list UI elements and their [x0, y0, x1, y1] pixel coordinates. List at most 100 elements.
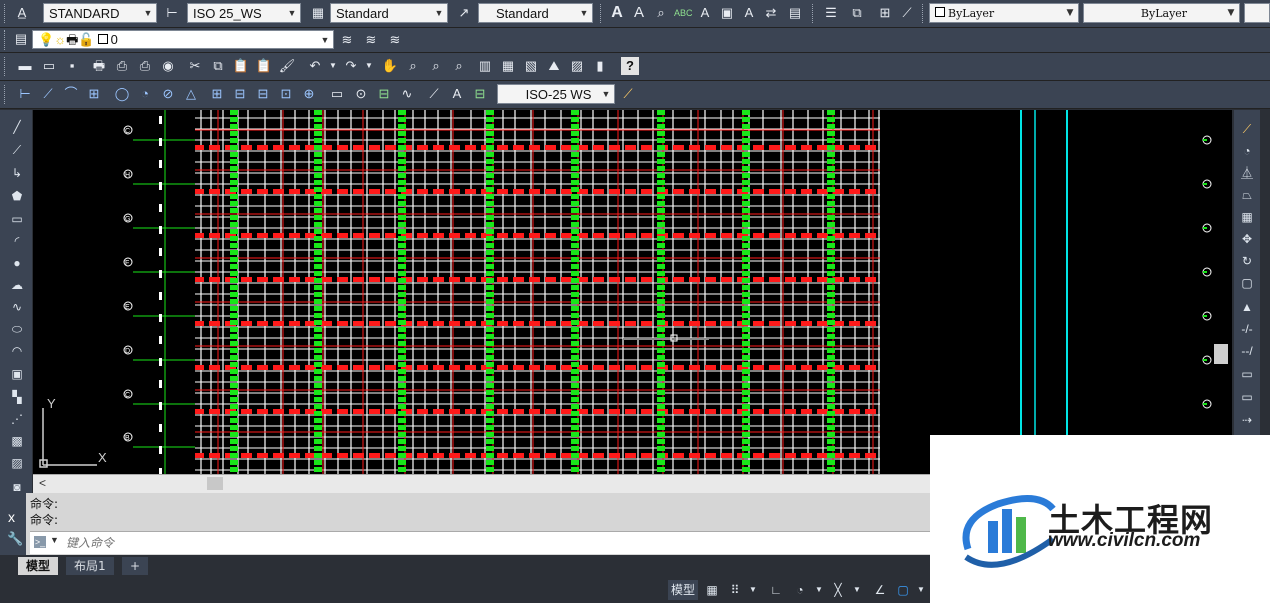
tab-model[interactable]: 模型	[18, 557, 59, 575]
measure-icon[interactable]: ⟋	[898, 4, 916, 22]
dim-edit-icon[interactable]: ⟋	[425, 85, 443, 103]
ortho-icon[interactable]: ∟	[766, 580, 786, 600]
tab-layout1[interactable]: 布局1	[66, 557, 114, 575]
ellipse-arc-icon[interactable]: ◠	[8, 342, 26, 360]
zoom-realtime-icon[interactable]: ⌕	[404, 57, 422, 75]
text-icon[interactable]: A	[608, 4, 626, 22]
close-icon[interactable]: x	[8, 509, 15, 525]
erase-icon[interactable]: ⟋	[1238, 120, 1256, 138]
table-icon[interactable]: ⊞	[876, 4, 894, 22]
continue-dim-icon[interactable]: ⊟	[254, 85, 272, 103]
array-icon[interactable]: ▦	[1238, 208, 1256, 226]
layer-previous-icon[interactable]: ≋	[362, 31, 380, 49]
snap-icon[interactable]: ⠿	[725, 580, 745, 600]
plot-preview-icon[interactable]: ⎙	[113, 57, 131, 75]
spline-icon[interactable]: ∿	[8, 298, 26, 316]
toolbar-grip[interactable]	[600, 4, 604, 23]
design-center-icon[interactable]: ▦	[499, 57, 517, 75]
find-text-icon[interactable]: ⌕	[652, 4, 670, 22]
3d-print-icon[interactable]: ◉	[159, 57, 177, 75]
diameter-dim-icon[interactable]: ⊘	[159, 85, 177, 103]
linetype-select[interactable]: ByLayer ▼	[1083, 3, 1240, 23]
redo-icon[interactable]: ↷	[342, 57, 360, 75]
chevron-down-icon[interactable]: ▼	[578, 4, 590, 22]
chevron-down-icon[interactable]: ▼	[142, 4, 154, 22]
undo-icon[interactable]: ↶	[306, 57, 324, 75]
polar-icon[interactable]: ◔	[790, 580, 810, 600]
make-current-layer-icon[interactable]: ≋	[338, 31, 356, 49]
chevron-down-icon[interactable]: ▼	[433, 4, 445, 22]
layer-properties-icon[interactable]: ▤	[12, 30, 30, 48]
chevron-down-icon[interactable]: ▼	[50, 535, 59, 545]
angular-dim-icon[interactable]: △	[182, 85, 200, 103]
toolbar-grip[interactable]	[812, 4, 816, 23]
quick-dim-icon[interactable]: ⊞	[208, 85, 226, 103]
add-layout-button[interactable]: +	[122, 557, 149, 575]
stretch-icon[interactable]: ▲	[1238, 298, 1256, 316]
scroll-left-arrow[interactable]: <	[39, 476, 46, 490]
copy-object-icon[interactable]: ◔	[1238, 142, 1256, 160]
break-icon[interactable]: ▭	[1238, 365, 1256, 383]
edit-text-icon[interactable]: A	[696, 4, 714, 22]
toolbar-grip[interactable]	[4, 57, 8, 76]
mleader-style-icon[interactable]: ↗	[455, 4, 473, 22]
center-mark-icon[interactable]: ⊙	[352, 85, 370, 103]
chevron-down-icon[interactable]: ▼	[324, 57, 342, 75]
arc-length-icon[interactable]: ⌒	[62, 85, 80, 103]
rectangle-icon[interactable]: ▭	[8, 210, 26, 228]
mirror-icon[interactable]: ⏅	[1238, 164, 1256, 182]
point-icon[interactable]: ⋰	[8, 410, 26, 428]
chevron-down-icon[interactable]: ▼	[1064, 4, 1076, 22]
gradient-icon[interactable]: ▨	[8, 454, 26, 472]
markup-icon[interactable]: ▨	[568, 57, 586, 75]
command-input[interactable]	[64, 533, 918, 553]
tolerance-icon[interactable]: ▭	[328, 85, 346, 103]
line-icon[interactable]: ╱	[8, 118, 26, 136]
hatch-icon[interactable]: ▩	[8, 432, 26, 450]
chevron-down-icon[interactable]: ▼	[850, 580, 864, 600]
dim-space-icon[interactable]: ⊡	[277, 85, 295, 103]
calculator-icon[interactable]: ▮	[591, 57, 609, 75]
chevron-down-icon[interactable]: ▼	[812, 580, 826, 600]
isodraft-icon[interactable]: ╳	[828, 580, 848, 600]
chevron-down-icon[interactable]: ▼	[600, 85, 612, 103]
zoom-previous-icon[interactable]: ⌕	[450, 57, 468, 75]
copy-properties-icon[interactable]: ⧉	[848, 4, 866, 22]
rotate-icon[interactable]: ↻	[1238, 252, 1256, 270]
object-snap-icon[interactable]: ▢	[893, 580, 913, 600]
dim-style-icon[interactable]: ⊢	[163, 4, 181, 22]
circle-icon[interactable]: ●	[8, 254, 26, 272]
text-style-select[interactable]: STANDARD ▼	[43, 3, 157, 23]
command-input-row[interactable]: >_ ▼	[30, 531, 930, 554]
text-frame-icon[interactable]: ▤	[786, 4, 804, 22]
polygon-icon[interactable]: ⬟	[8, 187, 26, 205]
align-icon[interactable]: ☰	[822, 4, 840, 22]
trim-icon[interactable]: -/-	[1238, 320, 1256, 338]
scale-icon[interactable]: ▢	[1238, 274, 1256, 292]
paste-icon[interactable]: 📋	[232, 57, 250, 75]
drawing-canvas[interactable]: C H G F E D C B Y X	[33, 110, 1232, 474]
polyline-icon[interactable]: ↳	[8, 164, 26, 182]
revision-cloud-icon[interactable]: ☁	[8, 276, 26, 294]
multiline-text-icon[interactable]: A	[630, 4, 648, 22]
join-icon[interactable]: ▭	[1238, 388, 1256, 406]
table-style-icon[interactable]: ▦	[309, 4, 327, 22]
chevron-down-icon[interactable]: ▼	[319, 31, 331, 49]
cut-icon[interactable]: ✂	[186, 57, 204, 75]
model-space-button[interactable]: 模型	[668, 580, 698, 600]
justify-text-icon[interactable]: A	[740, 4, 758, 22]
paste-special-icon[interactable]: 📋	[255, 57, 273, 75]
offset-icon[interactable]: ⏢	[1238, 186, 1256, 204]
move-icon[interactable]: ✥	[1238, 230, 1256, 248]
insert-block-icon[interactable]: ▣	[8, 365, 26, 383]
help-icon[interactable]: ?	[621, 57, 639, 75]
dim-style-select[interactable]: ISO 25_WS ▼	[187, 3, 301, 23]
publish-icon[interactable]: ⎙	[136, 57, 154, 75]
radius-dim-icon[interactable]: ◯	[113, 85, 131, 103]
table-style-select[interactable]: Standard ▼	[330, 3, 448, 23]
chevron-down-icon[interactable]: ▼	[746, 580, 760, 600]
osnap-tracking-icon[interactable]: ∠	[870, 580, 890, 600]
pan-icon[interactable]: ✋	[381, 57, 399, 75]
match-properties-icon[interactable]: 🖌	[278, 57, 296, 75]
wrench-icon[interactable]: 🔧	[7, 531, 23, 547]
